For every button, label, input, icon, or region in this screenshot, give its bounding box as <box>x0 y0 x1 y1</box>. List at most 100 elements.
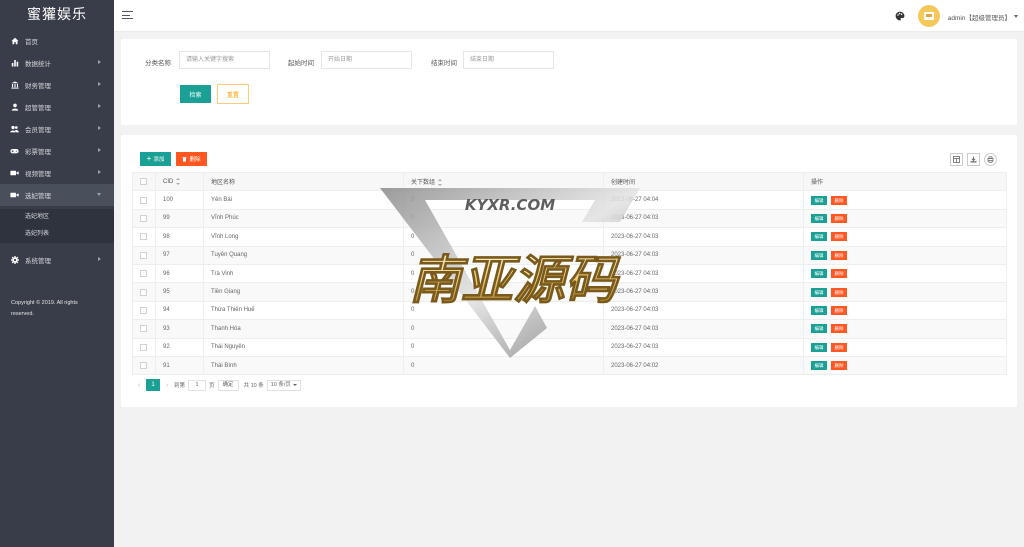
region-name-cell: Thừa Thiên Huế <box>203 300 404 321</box>
video-icon <box>10 191 19 200</box>
row-select-cell[interactable] <box>132 282 156 302</box>
edit-button[interactable]: 编辑 <box>811 195 827 205</box>
row-checkbox[interactable] <box>140 288 147 296</box>
goto-page-input[interactable]: 1 <box>188 379 207 391</box>
row-select-cell[interactable] <box>132 319 156 339</box>
row-checkbox[interactable] <box>140 270 147 278</box>
avatar[interactable] <box>918 5 940 27</box>
search-button[interactable]: 检索 <box>180 85 211 103</box>
row-delete-button[interactable]: 删除 <box>831 213 847 223</box>
sidebar-item-lottery[interactable]: 彩票管理 <box>0 140 114 162</box>
row-delete-button[interactable]: 删除 <box>831 232 847 242</box>
column-header-count[interactable]: 关下数组 <box>403 171 604 192</box>
row-delete-button[interactable]: 删除 <box>831 305 847 315</box>
row-select-cell[interactable] <box>132 190 156 210</box>
sidebar-item-statistics[interactable]: 数据统计 <box>0 52 114 74</box>
sidebar-item-label: 超管管理 <box>25 105 51 112</box>
sidebar-item-system[interactable]: 系统管理 <box>0 249 114 271</box>
row-select-cell[interactable] <box>132 245 156 265</box>
export-icon[interactable] <box>967 153 980 166</box>
goto-label: 到第 <box>174 383 186 389</box>
next-page-icon[interactable]: › <box>160 382 174 389</box>
row-checkbox[interactable] <box>140 362 147 370</box>
actions-cell: 编辑 删除 <box>803 337 1007 357</box>
edit-button[interactable]: 编辑 <box>811 232 827 242</box>
sidebar-item-consorts[interactable]: 选妃管理 <box>0 184 114 206</box>
edit-button[interactable]: 编辑 <box>811 305 827 315</box>
menu-toggle-icon[interactable] <box>122 11 133 20</box>
edit-button[interactable]: 编辑 <box>811 361 827 371</box>
chevron-icon <box>98 82 101 86</box>
edit-button[interactable]: 编辑 <box>811 250 827 260</box>
sidebar-item-videos[interactable]: 视频管理 <box>0 162 114 184</box>
submenu-item-regions[interactable]: 选妃地区 <box>0 209 114 226</box>
select-all-checkbox[interactable] <box>140 178 147 186</box>
edit-button[interactable]: 编辑 <box>811 269 827 279</box>
row-checkbox[interactable] <box>140 325 147 333</box>
row-delete-button[interactable]: 删除 <box>831 361 847 371</box>
add-button[interactable]: + 添加 <box>140 152 171 166</box>
table-row: 91 Thái Bình 0 2023-06-27 04:02 编辑 删除 <box>132 355 1007 376</box>
user-name[interactable]: admin【超级管理员】 <box>948 12 1011 22</box>
column-header-created: 创建时间 <box>603 171 804 192</box>
start-date-input[interactable] <box>321 51 412 69</box>
column-header-cid[interactable]: CID <box>155 171 204 192</box>
row-select-cell[interactable] <box>132 337 156 357</box>
sidebar-item-admins[interactable]: 超管管理 <box>0 96 114 118</box>
count-cell: 0 <box>403 300 604 321</box>
palette-icon[interactable] <box>895 11 905 21</box>
row-checkbox[interactable] <box>140 306 147 314</box>
end-date-input[interactable] <box>463 51 554 69</box>
delete-button[interactable]: 删除 <box>176 152 207 166</box>
goto-confirm-button[interactable]: 确定 <box>217 379 239 391</box>
row-select-cell[interactable] <box>132 208 156 229</box>
row-select-cell[interactable] <box>132 300 156 321</box>
row-delete-button[interactable]: 删除 <box>831 287 847 297</box>
page-size-select[interactable]: 10 条/页 <box>266 379 301 391</box>
sort-icon[interactable] <box>438 179 443 187</box>
chevron-down-icon <box>292 384 297 386</box>
actions-cell: 编辑 删除 <box>803 208 1007 229</box>
row-checkbox[interactable] <box>140 214 147 222</box>
home-icon <box>10 37 19 46</box>
category-search-input[interactable] <box>179 51 270 69</box>
row-delete-button[interactable]: 删除 <box>831 195 847 205</box>
print-icon[interactable] <box>984 153 997 166</box>
edit-button[interactable]: 编辑 <box>811 213 827 223</box>
row-delete-button[interactable]: 删除 <box>831 269 847 279</box>
row-checkbox[interactable] <box>140 196 147 204</box>
sort-icon[interactable] <box>176 178 181 186</box>
region-name-cell: Tuyên Quang <box>203 245 404 265</box>
brand-logo[interactable]: 蜜獾娱乐 <box>0 0 114 30</box>
gear-icon <box>10 256 19 265</box>
edit-button[interactable]: 编辑 <box>811 342 827 352</box>
submenu-item-list[interactable]: 选妃列表 <box>0 226 114 243</box>
row-delete-button[interactable]: 删除 <box>831 342 847 352</box>
row-checkbox[interactable] <box>140 343 147 351</box>
row-select-cell[interactable] <box>132 227 156 247</box>
row-checkbox[interactable] <box>140 251 147 259</box>
chevron-down-icon[interactable] <box>1014 15 1018 18</box>
sidebar-nav: 首页 数据统计 财务管理超管管理会员管理 彩票管理 视频管理 选妃管理选妃地区 选妃列表系统… <box>0 30 114 320</box>
current-page[interactable]: 1 <box>146 379 160 391</box>
prev-page-icon[interactable]: ‹ <box>132 382 146 389</box>
region-name-cell: Vĩnh Long <box>203 227 404 247</box>
actions-cell: 编辑 删除 <box>803 282 1007 302</box>
row-checkbox[interactable] <box>140 233 147 241</box>
cid-cell: 92 <box>155 337 204 357</box>
row-select-cell[interactable] <box>132 263 156 284</box>
top-header: admin【超级管理员】 <box>114 0 1024 32</box>
select-all-cell[interactable] <box>132 171 156 192</box>
reset-button[interactable]: 重置 <box>217 84 249 104</box>
columns-filter-icon[interactable] <box>950 153 963 166</box>
row-delete-button[interactable]: 删除 <box>831 250 847 260</box>
row-delete-button[interactable]: 删除 <box>831 324 847 334</box>
sidebar-item-home[interactable]: 首页 <box>0 30 114 52</box>
cid-cell: 99 <box>155 208 204 229</box>
sidebar-item-members[interactable]: 会员管理 <box>0 118 114 140</box>
sidebar-item-finance[interactable]: 财务管理 <box>0 74 114 96</box>
row-select-cell[interactable] <box>132 355 156 376</box>
edit-button[interactable]: 编辑 <box>811 324 827 334</box>
created-time-cell: 2023-06-27 04:03 <box>603 263 804 284</box>
edit-button[interactable]: 编辑 <box>811 287 827 297</box>
